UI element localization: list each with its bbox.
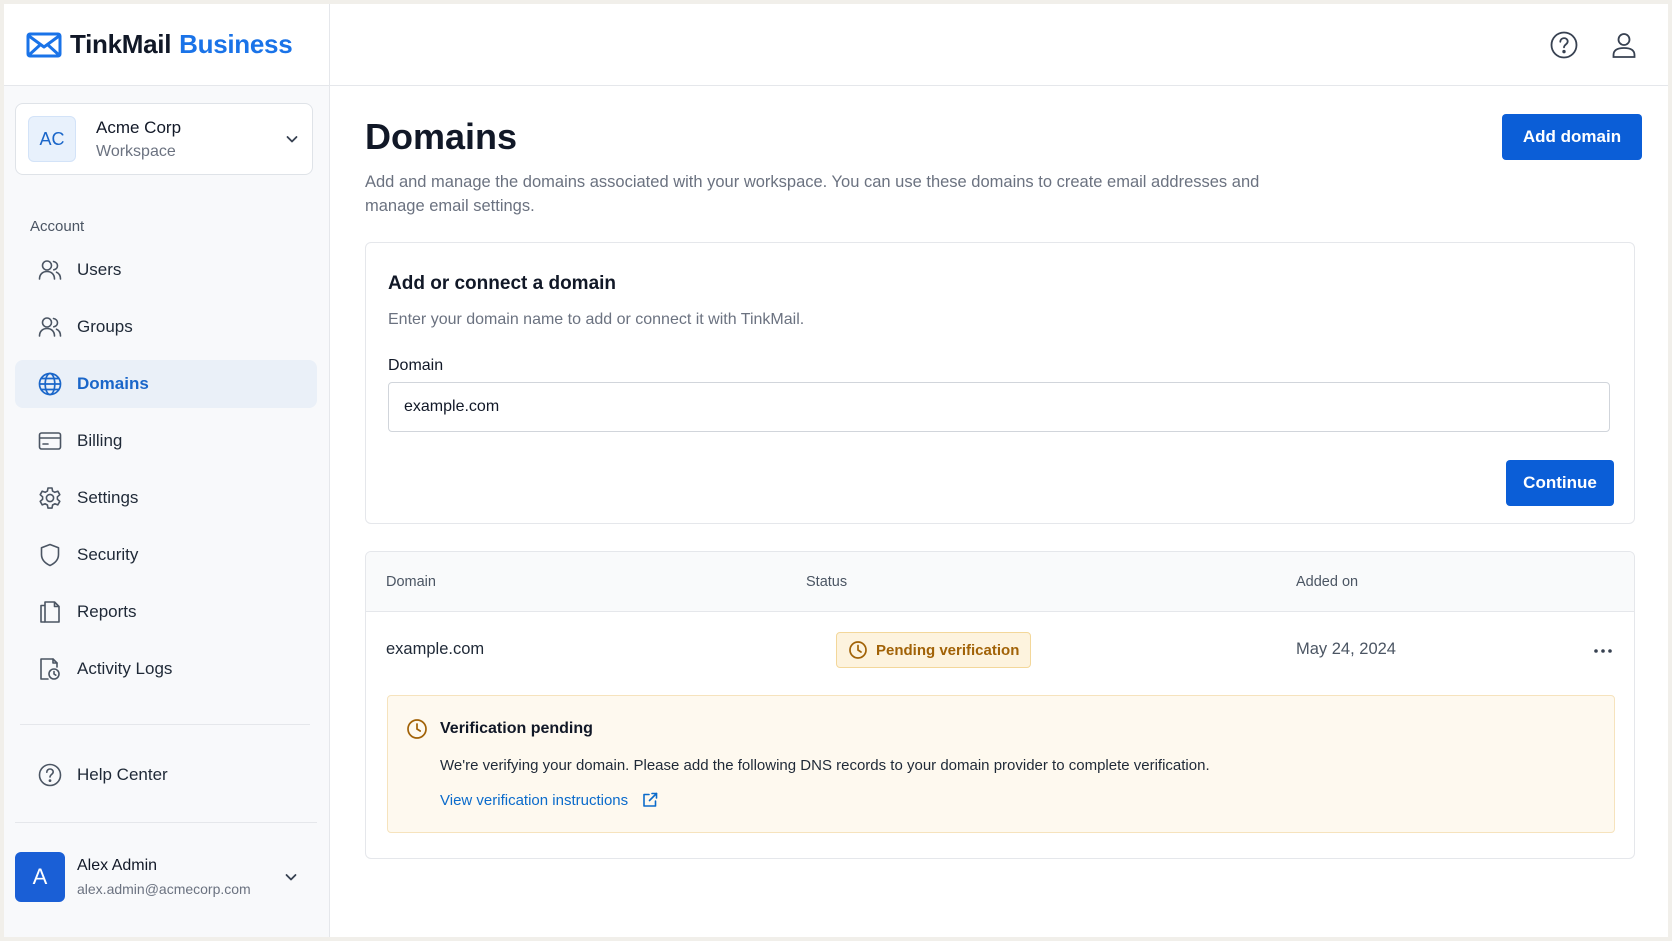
sidebar-item-label: Billing (77, 431, 123, 450)
workspace-info: Acme Corp Workspace (96, 118, 284, 161)
page-title: Domains (365, 116, 518, 157)
clock-icon (849, 641, 867, 659)
domain-input[interactable] (388, 382, 1610, 432)
user-name: Alex Admin (77, 857, 158, 874)
nav-section-label: Account (30, 218, 85, 235)
user-menu[interactable]: A Alex Admin alex.admin@acmecorp.com (15, 847, 317, 907)
workspace-name: Acme Corp (96, 117, 182, 137)
sidebar-item-label: Settings (77, 488, 139, 507)
link-label: View verification instructions (440, 791, 629, 809)
chevron-down-icon (285, 874, 297, 881)
card-title: Add or connect a domain (388, 273, 617, 294)
sidebar-item-label: Groups (77, 317, 133, 336)
user-divider (15, 822, 317, 823)
sidebar-item-users[interactable]: Users (15, 246, 317, 294)
activity-log-icon (37, 656, 63, 682)
sidebar-item-reports[interactable]: Reports (15, 588, 317, 636)
external-link-icon (643, 792, 658, 807)
sidebar-item-label: Domains (77, 374, 149, 393)
sidebar-item-security[interactable]: Security (15, 531, 317, 579)
added-on-cell: May 24, 2024 (1296, 640, 1396, 658)
add-domain-button[interactable]: Add domain (1502, 114, 1642, 160)
main-content: Domains Add and manage the domains assoc… (330, 4, 1668, 937)
sidebar-item-label: Activity Logs (77, 659, 173, 678)
sidebar-item-label: Users (77, 260, 122, 279)
topbar (330, 4, 1668, 86)
notice-text: We're verifying your domain. Please add … (440, 757, 1210, 774)
app-window: TinkMail Business AC Acme Corp Workspace… (4, 4, 1668, 937)
column-header-status: Status (806, 574, 848, 590)
sidebar-item-label: Reports (77, 602, 137, 621)
sidebar-item-label: Help Center (77, 765, 168, 784)
workspace-avatar: AC (28, 116, 76, 162)
brand-sub: Business (179, 29, 293, 59)
card-subtitle: Enter your domain name to add or connect… (388, 311, 805, 328)
domain-cell: example.com (386, 640, 485, 658)
user-info: Alex Admin alex.admin@acmecorp.com (77, 857, 283, 897)
shield-icon (37, 542, 63, 568)
sidebar-item-billing[interactable]: Billing (15, 417, 317, 465)
gear-icon (37, 485, 63, 511)
help-circle-icon (37, 762, 63, 788)
workspace-switcher[interactable]: AC Acme Corp Workspace (15, 103, 313, 175)
sidebar-item-activity-logs[interactable]: Activity Logs (15, 645, 317, 693)
user-icon (1612, 32, 1636, 58)
credit-card-icon (37, 428, 63, 454)
sidebar-help-wrapper: Help Center (15, 751, 317, 808)
verification-instructions-link[interactable]: View verification instructions (440, 791, 659, 809)
brand-logo[interactable]: TinkMail Business (4, 4, 329, 86)
continue-button[interactable]: Continue (1506, 460, 1614, 506)
sidebar-item-label: Security (77, 545, 139, 564)
workspace-sub: Workspace (96, 142, 176, 160)
sidebar-item-domains[interactable]: Domains (15, 360, 317, 408)
brand-name: TinkMail (70, 29, 172, 59)
groups-icon (37, 314, 63, 340)
help-button[interactable] (1548, 29, 1580, 61)
add-domain-card: Add or connect a domain Enter your domai… (365, 242, 1635, 524)
profile-button[interactable] (1608, 29, 1640, 61)
table-row[interactable]: example.com Pending verification May 24,… (366, 612, 1634, 690)
user-email: alex.admin@acmecorp.com (77, 881, 251, 897)
chevron-down-icon (286, 136, 298, 143)
verification-notice: Verification pending We're verifying you… (387, 695, 1615, 833)
help-circle-icon (1550, 31, 1578, 58)
mail-icon (26, 32, 62, 57)
sidebar-item-help-center[interactable]: Help Center (15, 751, 317, 799)
sidebar-divider (20, 724, 310, 725)
more-horizontal-icon (1594, 649, 1612, 653)
table-header: Domain Status Added on (366, 552, 1634, 612)
notice-title: Verification pending (440, 720, 593, 737)
column-header-added-on: Added on (1296, 574, 1359, 590)
sidebar-item-groups[interactable]: Groups (15, 303, 317, 351)
status-badge-label: Pending verification (876, 641, 1020, 659)
page-description: Add and manage the domains associated wi… (365, 173, 1260, 215)
avatar: A (15, 852, 65, 902)
sidebar: TinkMail Business AC Acme Corp Workspace… (4, 4, 330, 937)
reports-icon (37, 599, 63, 625)
row-actions-button[interactable] (1588, 636, 1618, 666)
clock-icon (407, 719, 427, 739)
domain-field-label: Domain (388, 357, 444, 374)
sidebar-nav: Users Groups Domains Billing Settings Se… (15, 246, 317, 702)
status-badge: Pending verification (836, 632, 1032, 668)
globe-icon (37, 371, 63, 397)
column-header-domain: Domain (386, 574, 436, 590)
sidebar-item-settings[interactable]: Settings (15, 474, 317, 522)
domains-table: Domain Status Added on example.com Pendi… (365, 551, 1635, 859)
users-icon (37, 257, 63, 283)
